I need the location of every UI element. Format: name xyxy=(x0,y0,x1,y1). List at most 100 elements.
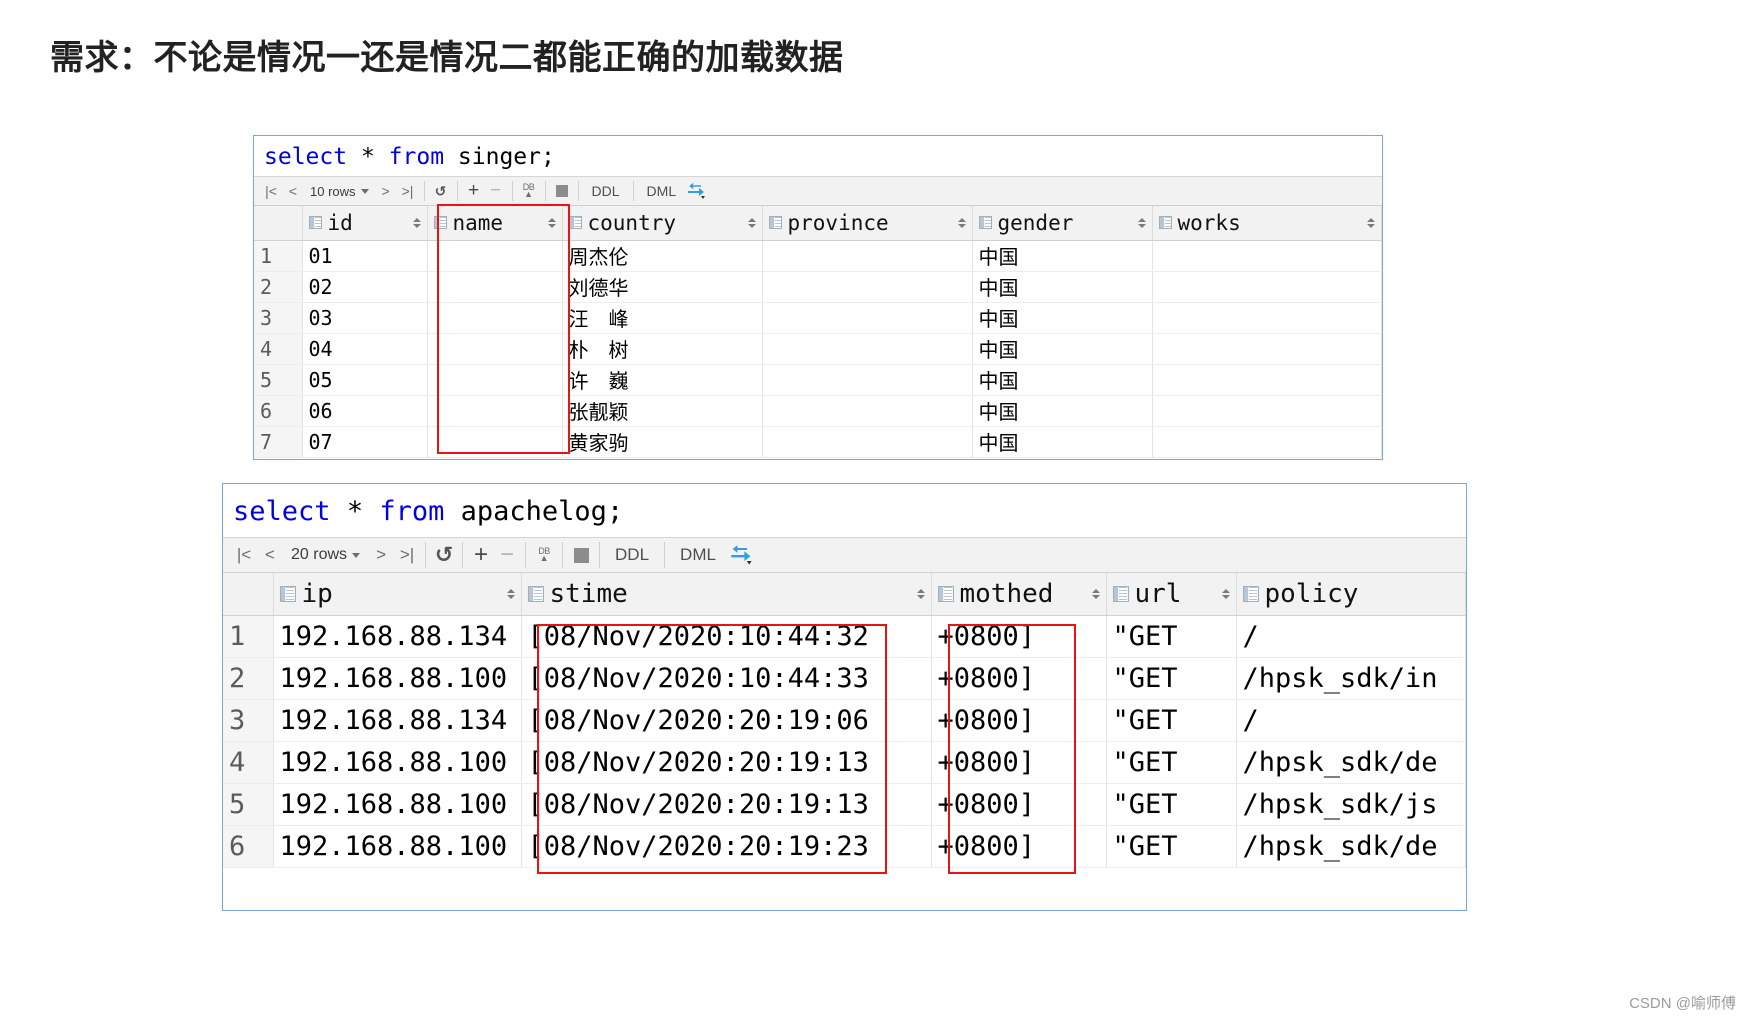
add-row-icon[interactable]: + xyxy=(463,180,485,202)
prev-page-icon[interactable]: < xyxy=(257,542,283,568)
dml-button[interactable]: DML xyxy=(639,180,685,202)
table-row[interactable]: 4 192.168.88.100 [08/Nov/2020:20:19:13 +080… xyxy=(223,741,1466,784)
cell-name[interactable] xyxy=(427,426,563,458)
prev-page-icon[interactable]: < xyxy=(282,180,304,202)
cell-policy[interactable]: /hpsk_sdk/de xyxy=(1236,741,1466,784)
stop-icon[interactable] xyxy=(551,180,573,202)
table-row[interactable]: 3 03 汪 峰 中国 xyxy=(254,302,1382,334)
column-header-id[interactable]: id xyxy=(302,206,428,241)
remove-row-icon[interactable]: − xyxy=(485,180,507,202)
cell-country[interactable]: 张靓颖 xyxy=(562,395,763,427)
cell-url[interactable]: "GET xyxy=(1106,699,1237,742)
cell-url[interactable]: "GET xyxy=(1106,825,1237,868)
cell-country[interactable]: 许 巍 xyxy=(562,364,763,396)
cell-works[interactable] xyxy=(1152,395,1382,427)
cell-mothed[interactable]: +0800] xyxy=(931,615,1107,658)
cell-stime[interactable]: [08/Nov/2020:10:44:32 xyxy=(521,615,932,658)
cell-url[interactable]: "GET xyxy=(1106,783,1237,826)
cell-id[interactable]: 06 xyxy=(302,395,428,427)
refresh-icon[interactable]: ↺ xyxy=(430,180,452,202)
table-row[interactable]: 6 06 张靓颖 中国 xyxy=(254,395,1382,427)
cell-province[interactable] xyxy=(762,302,973,334)
transaction-icon[interactable] xyxy=(726,542,758,568)
rows-count-selector[interactable]: 20 rows xyxy=(291,546,361,564)
cell-country[interactable]: 黄家驹 xyxy=(562,426,763,458)
cell-gender[interactable]: 中国 xyxy=(972,271,1153,303)
cell-gender[interactable]: 中国 xyxy=(972,333,1153,365)
cell-country[interactable]: 朴 树 xyxy=(562,333,763,365)
column-header-province[interactable]: province xyxy=(762,206,973,241)
cell-stime[interactable]: [08/Nov/2020:20:19:06 xyxy=(521,699,932,742)
cell-gender[interactable]: 中国 xyxy=(972,426,1153,458)
cell-ip[interactable]: 192.168.88.134 xyxy=(273,615,522,658)
cell-ip[interactable]: 192.168.88.100 xyxy=(273,783,522,826)
cell-province[interactable] xyxy=(762,271,973,303)
table-row[interactable]: 4 04 朴 树 中国 xyxy=(254,333,1382,365)
cell-province[interactable] xyxy=(762,395,973,427)
cell-gender[interactable]: 中国 xyxy=(972,240,1153,272)
cell-mothed[interactable]: +0800] xyxy=(931,699,1107,742)
cell-works[interactable] xyxy=(1152,271,1382,303)
cell-name[interactable] xyxy=(427,302,563,334)
cell-mothed[interactable]: +0800] xyxy=(931,825,1107,868)
cell-ip[interactable]: 192.168.88.100 xyxy=(273,657,522,700)
cell-stime[interactable]: [08/Nov/2020:20:19:13 xyxy=(521,783,932,826)
refresh-icon[interactable]: ↺ xyxy=(431,542,457,568)
cell-id[interactable]: 05 xyxy=(302,364,428,396)
column-header-works[interactable]: works xyxy=(1152,206,1382,241)
sql-statement-singer[interactable]: select * from singer; xyxy=(254,136,1382,176)
cell-province[interactable] xyxy=(762,364,973,396)
add-row-icon[interactable]: + xyxy=(468,541,494,568)
cell-id[interactable]: 04 xyxy=(302,333,428,365)
table-row[interactable]: 1 01 周杰伦 中国 xyxy=(254,240,1382,272)
cell-policy[interactable]: /hpsk_sdk/js xyxy=(1236,783,1466,826)
cell-policy[interactable]: /hpsk_sdk/de xyxy=(1236,825,1466,868)
column-header-url[interactable]: url xyxy=(1106,573,1237,616)
cell-works[interactable] xyxy=(1152,302,1382,334)
next-page-icon[interactable]: > xyxy=(368,542,394,568)
table-row[interactable]: 7 07 黄家驹 中国 xyxy=(254,426,1382,458)
sort-icon[interactable] xyxy=(412,217,421,228)
cell-gender[interactable]: 中国 xyxy=(972,302,1153,334)
cell-policy[interactable]: / xyxy=(1236,615,1466,658)
cell-province[interactable] xyxy=(762,426,973,458)
cell-works[interactable] xyxy=(1152,426,1382,458)
cell-policy[interactable]: / xyxy=(1236,699,1466,742)
sort-icon[interactable] xyxy=(957,217,966,228)
cell-ip[interactable]: 192.168.88.100 xyxy=(273,825,522,868)
cell-url[interactable]: "GET xyxy=(1106,657,1237,700)
next-page-icon[interactable]: > xyxy=(375,180,397,202)
first-page-icon[interactable]: |< xyxy=(260,180,282,202)
first-page-icon[interactable]: |< xyxy=(231,542,257,568)
cell-works[interactable] xyxy=(1152,240,1382,272)
last-page-icon[interactable]: >| xyxy=(394,542,420,568)
cell-country[interactable]: 周杰伦 xyxy=(562,240,763,272)
cell-id[interactable]: 02 xyxy=(302,271,428,303)
cell-name[interactable] xyxy=(427,364,563,396)
cell-gender[interactable]: 中国 xyxy=(972,395,1153,427)
cell-works[interactable] xyxy=(1152,333,1382,365)
cell-ip[interactable]: 192.168.88.100 xyxy=(273,741,522,784)
cell-policy[interactable]: /hpsk_sdk/in xyxy=(1236,657,1466,700)
sort-icon[interactable] xyxy=(1137,217,1146,228)
cell-name[interactable] xyxy=(427,395,563,427)
transaction-icon[interactable] xyxy=(684,180,710,202)
cell-id[interactable]: 01 xyxy=(302,240,428,272)
sql-statement-apachelog[interactable]: select * from apachelog; xyxy=(223,484,1466,537)
submit-to-db-icon[interactable]: DB ▲ xyxy=(531,542,557,568)
cell-ip[interactable]: 192.168.88.134 xyxy=(273,699,522,742)
ddl-button[interactable]: DDL xyxy=(605,542,659,568)
cell-url[interactable]: "GET xyxy=(1106,615,1237,658)
cell-id[interactable]: 07 xyxy=(302,426,428,458)
cell-country[interactable]: 汪 峰 xyxy=(562,302,763,334)
column-header-gender[interactable]: gender xyxy=(972,206,1153,241)
column-header-mothed[interactable]: mothed xyxy=(931,573,1107,616)
cell-name[interactable] xyxy=(427,240,563,272)
sort-icon[interactable] xyxy=(506,588,515,599)
ddl-button[interactable]: DDL xyxy=(584,180,628,202)
submit-to-db-icon[interactable]: DB ▲ xyxy=(518,180,540,202)
cell-province[interactable] xyxy=(762,333,973,365)
cell-province[interactable] xyxy=(762,240,973,272)
cell-works[interactable] xyxy=(1152,364,1382,396)
cell-url[interactable]: "GET xyxy=(1106,741,1237,784)
